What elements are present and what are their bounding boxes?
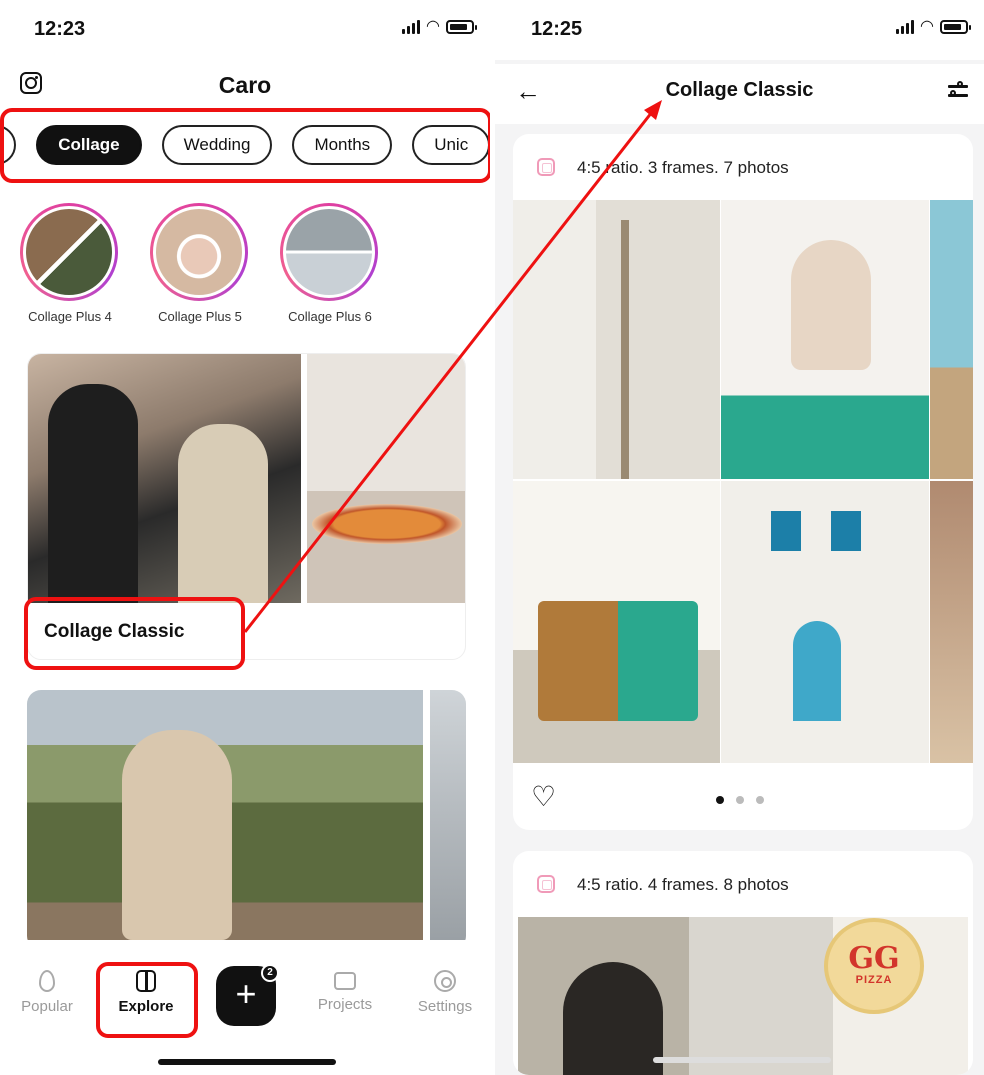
frame-icon [537, 875, 555, 893]
page-dot [736, 796, 744, 804]
story-collage-plus-6[interactable]: Collage Plus 6 [280, 203, 380, 324]
chip-unicorn[interactable]: Unic [412, 125, 488, 165]
home-indicator[interactable] [653, 1057, 831, 1063]
tab-projects[interactable]: Projects [305, 970, 385, 1013]
template-meta: 4:5 ratio. 4 frames. 8 photos [577, 875, 789, 894]
sea-photo [930, 200, 973, 479]
path-photo [930, 481, 973, 763]
status-icons: ◠ [402, 18, 477, 35]
tab-settings[interactable]: Settings [405, 970, 485, 1015]
flame-icon [39, 970, 55, 992]
story-label: Collage Plus 4 [28, 309, 112, 324]
pizza-sign: GG PIZZA [824, 918, 924, 1014]
page-indicator [716, 796, 764, 804]
story-label: Collage Plus 6 [288, 309, 372, 324]
gear-icon [434, 970, 456, 992]
wifi-icon: ◠ [920, 18, 934, 35]
wifi-icon: ◠ [426, 18, 440, 35]
collage-classic-screen: 12:25 ◠ ← Collage Classic 4:5 ratio. 3 f… [495, 0, 984, 1075]
story-ring [20, 203, 118, 301]
story-ring [150, 203, 248, 301]
page-dot-active [716, 796, 724, 804]
woman-sitting-photo [721, 200, 929, 479]
heart-icon[interactable]: ♡ [531, 783, 556, 811]
page-dot [756, 796, 764, 804]
cellular-signal-icon [896, 20, 915, 34]
notification-badge: 2 [261, 964, 279, 982]
chip-months[interactable]: Months [292, 125, 393, 165]
tab-label: Settings [417, 998, 473, 1015]
battery-icon [940, 20, 971, 34]
template-card[interactable]: 4:5 ratio. 4 frames. 8 photos GG PIZZA [513, 851, 973, 1075]
status-time: 12:25 [531, 18, 583, 40]
pizza-sign-word: PIZZA [855, 974, 893, 986]
category-chips-highlight: al Collage Wedding Months Unic [0, 108, 490, 183]
chip-wedding[interactable]: Wedding [161, 125, 273, 165]
white-house-photo [721, 481, 929, 763]
top-app-bar: ← Collage Classic [495, 64, 984, 124]
status-icons: ◠ [896, 18, 971, 35]
couple-photo [28, 354, 301, 603]
category-chips: al Collage Wedding Months Unic [4, 125, 488, 165]
story-thumbnail [153, 206, 245, 298]
story-collage-plus-4[interactable]: Collage Plus 4 [20, 203, 120, 324]
template-header: 4:5 ratio. 3 frames. 7 photos [513, 134, 973, 200]
pizza-sign-letters: GG [848, 941, 900, 976]
status-time: 12:23 [34, 18, 86, 40]
status-bar: 12:25 ◠ [495, 0, 984, 60]
card-title[interactable]: Collage Classic [44, 621, 184, 643]
explore-screen: 12:23 ◠ Caro al Collage Wedding Months U… [0, 0, 490, 1075]
story-collage-plus-5[interactable]: Collage Plus 5 [150, 203, 250, 324]
page-title: Caro [218, 72, 272, 98]
folder-icon [334, 972, 356, 990]
template-footer: ♡ [513, 763, 973, 830]
cellular-signal-icon [402, 20, 421, 34]
story-ring [280, 203, 378, 301]
room-photo [430, 690, 466, 940]
tab-label: Projects [317, 996, 373, 1013]
home-indicator[interactable] [158, 1059, 336, 1065]
chip-collage[interactable]: Collage [36, 125, 142, 165]
template-header: 4:5 ratio. 4 frames. 8 photos [513, 851, 973, 917]
signpost-photo [513, 200, 720, 479]
status-bar: 12:23 ◠ [0, 0, 490, 60]
chip-minimal[interactable]: al [4, 125, 17, 165]
page-title: Collage Classic [665, 79, 814, 101]
template-card[interactable]: 4:5 ratio. 3 frames. 7 photos ♡ [513, 134, 973, 830]
story-thumbnail [283, 206, 375, 298]
cafe-photo [513, 481, 720, 763]
tab-label: Popular [21, 998, 73, 1015]
template-meta: 4:5 ratio. 3 frames. 7 photos [577, 158, 789, 177]
frame-icon [537, 158, 555, 176]
tab-popular[interactable]: Popular [7, 970, 87, 1015]
card-title-highlight: Collage Classic [24, 597, 245, 670]
sliders-icon[interactable] [948, 81, 968, 100]
pizzeria-photo: GG PIZZA [518, 917, 968, 1075]
battery-icon [446, 20, 477, 34]
collage-card-2[interactable] [27, 690, 466, 950]
pizza-photo [307, 354, 465, 603]
story-templates: Collage Plus 4 Collage Plus 5 Collage Pl… [20, 203, 380, 324]
dune-photo [27, 690, 423, 940]
top-app-bar: Caro [0, 64, 490, 108]
story-thumbnail [23, 206, 115, 298]
explore-tab-highlight [96, 962, 198, 1038]
story-label: Collage Plus 5 [158, 309, 242, 324]
